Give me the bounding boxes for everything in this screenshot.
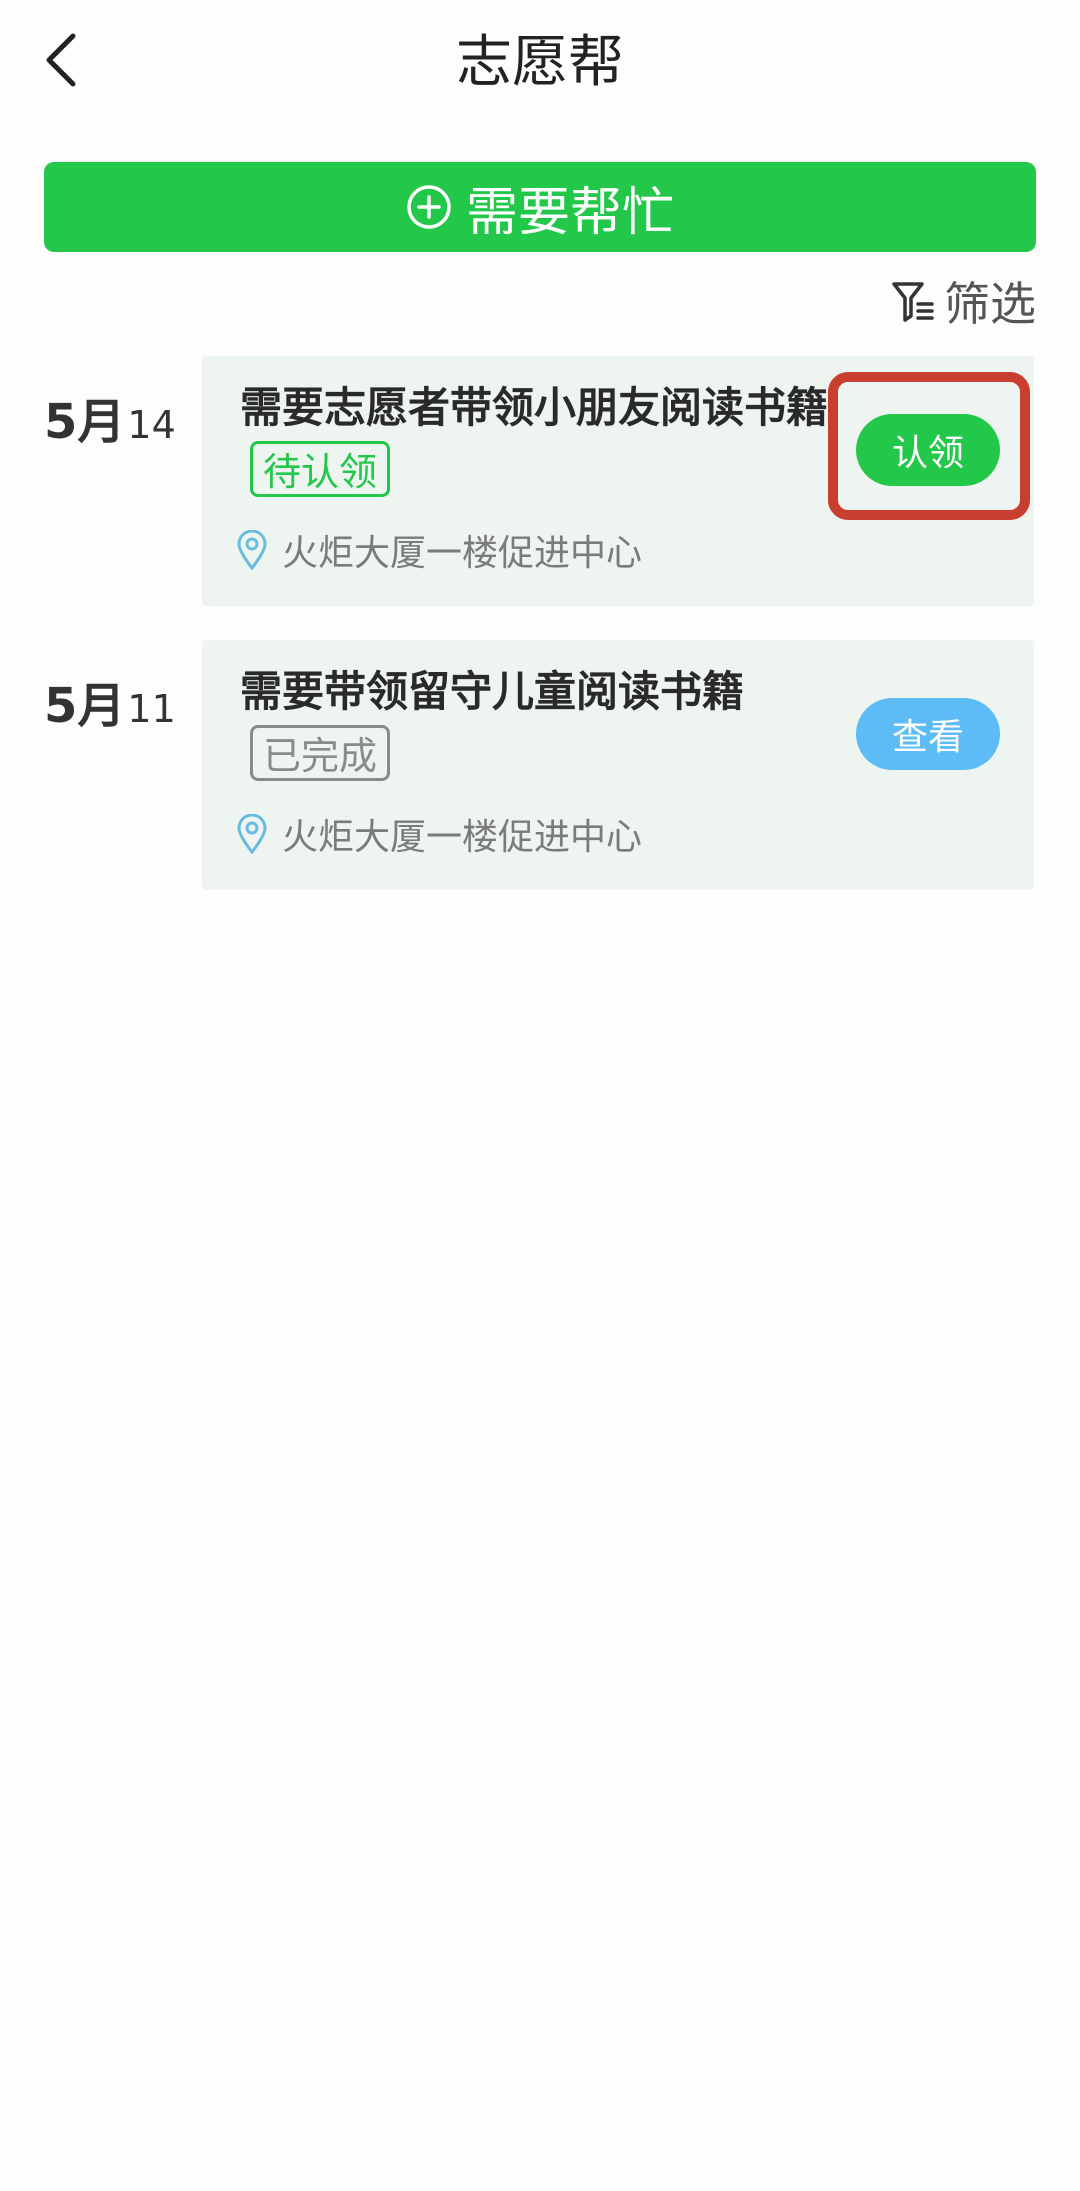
task-title: 需要志愿者带领小朋友阅读书籍: [240, 383, 829, 432]
need-help-label: 需要帮忙: [465, 182, 674, 243]
date-month: 5月: [44, 394, 126, 450]
task-title: 需要带领留守儿童阅读书籍: [240, 667, 745, 716]
task-location: 火炬大厦一楼促进中心: [236, 808, 642, 860]
need-help-button[interactable]: 需要帮忙: [44, 162, 1036, 252]
filter-button[interactable]: 筛选: [890, 268, 1036, 334]
page-title: 志愿帮: [456, 30, 624, 95]
location-text: 火炬大厦一楼促进中心: [282, 533, 643, 574]
status-badge: 已完成: [250, 725, 391, 781]
item-date: 5月11: [44, 666, 176, 736]
date-day: 14: [127, 403, 176, 447]
item-date: 5月14: [44, 382, 176, 452]
plus-circle-icon: [406, 184, 452, 230]
view-button[interactable]: 查看: [856, 698, 1000, 770]
task-card[interactable]: 需要带领留守儿童阅读书籍 已完成 火炬大厦一楼促进中心 查看: [202, 640, 1034, 890]
task-location: 火炬大厦一楼促进中心: [236, 524, 642, 576]
status-badge: 待认领: [250, 441, 391, 497]
filter-label: 筛选: [944, 277, 1036, 331]
date-day: 11: [127, 687, 176, 731]
funnel-icon: [890, 278, 936, 324]
claim-button[interactable]: 认领: [856, 414, 1000, 486]
date-month: 5月: [44, 678, 126, 734]
location-pin-icon: [236, 814, 268, 854]
header: 志愿帮: [0, 0, 1080, 130]
task-card[interactable]: 需要志愿者带领小朋友阅读书籍 待认领 火炬大厦一楼促进中心 认领: [202, 356, 1034, 606]
location-pin-icon: [236, 530, 268, 570]
location-text: 火炬大厦一楼促进中心: [282, 817, 643, 858]
